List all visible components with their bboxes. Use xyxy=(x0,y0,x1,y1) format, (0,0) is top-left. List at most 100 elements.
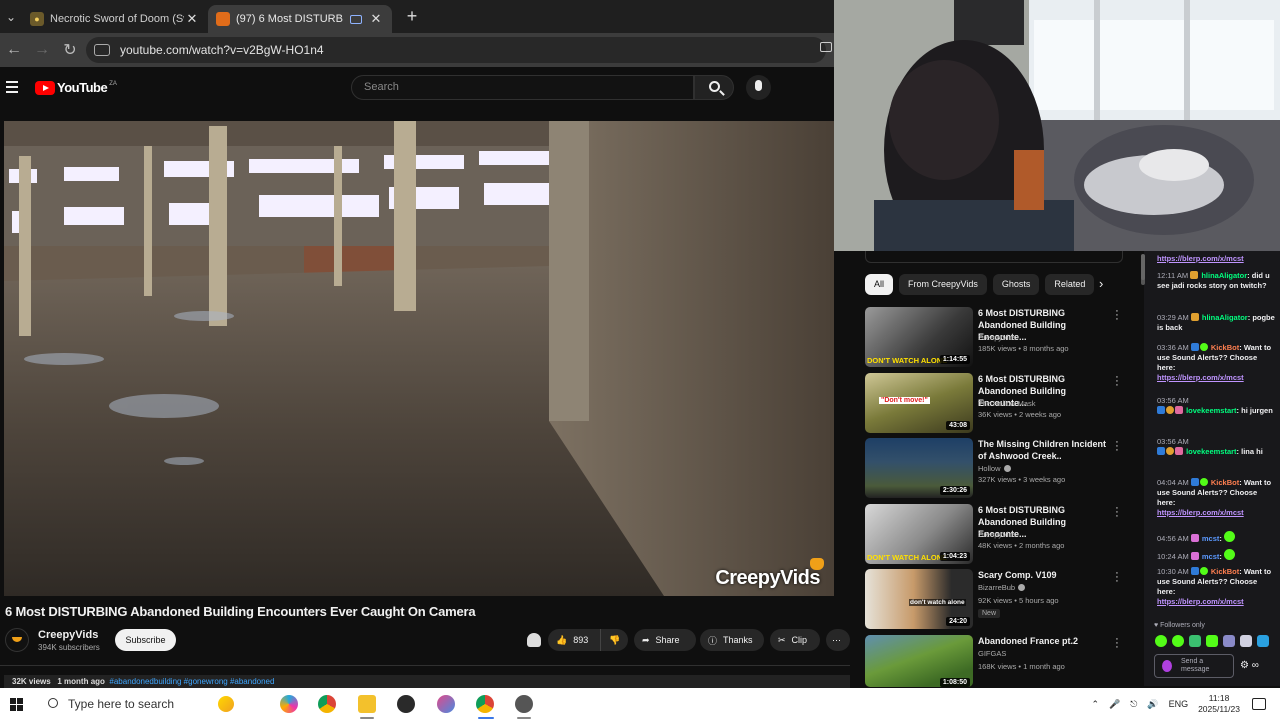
recommendation-item[interactable]: DON'T WATCH ALONE 1:04:23 6 Most DISTURB… xyxy=(865,503,1135,566)
chat-username[interactable]: hlinaAligator xyxy=(1202,313,1248,322)
browser-tab-necrotic[interactable]: ● Necrotic Sword of Doom (Swor ✕ xyxy=(22,5,208,33)
windows-start-icon[interactable] xyxy=(10,698,23,711)
emote-icon[interactable] xyxy=(1206,635,1218,647)
notification-bell-icon[interactable] xyxy=(527,633,541,647)
chip-all[interactable]: All xyxy=(865,274,894,295)
recommendation-item[interactable]: 1:08:50 Abandoned France pt.2 GIFGAS 168… xyxy=(865,635,1135,687)
close-tab-icon[interactable]: ✕ xyxy=(368,11,384,27)
recommendation-channel[interactable]: The Hollow Mask xyxy=(978,399,1036,408)
emote-picker-icon[interactable] xyxy=(1162,660,1172,672)
recommendation-item[interactable]: "Don't move!" 43:08 6 Most DISTURBING Ab… xyxy=(865,372,1135,435)
emote-icon[interactable] xyxy=(1240,635,1252,647)
recommendation-channel[interactable]: Hollow xyxy=(978,464,1011,473)
more-actions-button[interactable]: ⋯ xyxy=(826,629,850,651)
recommendation-title[interactable]: Scary Comp. V109 xyxy=(978,569,1110,581)
more-options-icon[interactable]: · · · xyxy=(1113,437,1121,456)
thanks-button[interactable]: ⓘ Thanks xyxy=(700,629,764,651)
chat-input[interactable]: Send a message xyxy=(1154,654,1234,678)
cast-icon[interactable] xyxy=(820,42,832,52)
chat-username[interactable]: mcst xyxy=(1202,534,1220,543)
video-player[interactable]: CreepyVids xyxy=(4,121,834,596)
recommendation-channel[interactable]: CreepyVids xyxy=(978,333,1017,342)
language-indicator[interactable]: ENG xyxy=(1169,699,1189,709)
recommendation-channel[interactable]: BizarreBub xyxy=(978,583,1026,592)
new-tab-button[interactable]: + xyxy=(400,5,424,29)
video-thumbnail[interactable]: DON'T WATCH ALONE 1:04:23 xyxy=(865,504,973,564)
voice-search-button[interactable] xyxy=(746,75,771,100)
notifications-icon[interactable] xyxy=(1252,698,1266,710)
chat-link[interactable]: https://blerp.com/x/mcst xyxy=(1157,373,1244,382)
copilot-icon[interactable] xyxy=(280,695,298,713)
volume-icon[interactable]: 🔊 xyxy=(1147,699,1158,710)
recommendation-channel[interactable]: CreepyVids xyxy=(978,530,1017,539)
network-icon[interactable]: ⎋ xyxy=(1130,699,1137,710)
recommendation-title[interactable]: Abandoned France pt.2 xyxy=(978,635,1110,647)
more-options-icon[interactable]: · · · xyxy=(1113,568,1121,587)
youtube-logo[interactable]: YouTube ZA xyxy=(35,80,117,95)
clip-button[interactable]: ✂ Clip xyxy=(770,629,820,651)
video-thumbnail[interactable]: don't watch alone 24:20 xyxy=(865,569,973,629)
chip-ghosts[interactable]: Ghosts xyxy=(992,274,1040,295)
taskbar-clock[interactable]: 11:18 2025/11/23 xyxy=(1198,693,1240,715)
chat-scrollbar-track[interactable] xyxy=(1141,254,1145,280)
chrome-icon[interactable] xyxy=(318,695,336,713)
recommendation-channel[interactable]: GIFGAS xyxy=(978,649,1006,658)
tab-list-chevron-icon[interactable]: ⌄ xyxy=(0,0,22,33)
recommendation-title[interactable]: The Missing Children Incident of Ashwood… xyxy=(978,438,1110,462)
more-options-icon[interactable]: · · · xyxy=(1113,635,1121,653)
chat-link[interactable]: https://blerp.com/x/mcst xyxy=(1157,597,1244,606)
show-hidden-icons-chevron-icon[interactable]: ⌃ xyxy=(1091,699,1099,710)
close-tab-icon[interactable]: ✕ xyxy=(184,11,200,27)
emote-icon[interactable] xyxy=(1155,635,1167,647)
menu-icon[interactable] xyxy=(6,81,18,96)
chat-settings-icons[interactable]: ⚙ ∞ xyxy=(1240,660,1259,671)
forward-button[interactable]: → xyxy=(28,41,56,59)
channel-name[interactable]: CreepyVids xyxy=(38,629,98,641)
chip-from-creepyvids[interactable]: From CreepyVids xyxy=(899,274,987,295)
search-input[interactable]: Search xyxy=(351,75,694,100)
video-thumbnail[interactable]: 2:30:26 xyxy=(865,438,973,498)
search-button[interactable] xyxy=(694,75,734,100)
search-highlight-icon[interactable] xyxy=(218,696,234,712)
emote-icon[interactable] xyxy=(1257,635,1269,647)
address-bar[interactable]: youtube.com/watch?v=v2BgW-HO1n4 xyxy=(86,37,826,63)
chip-related[interactable]: Related xyxy=(1045,274,1095,295)
chat-username[interactable]: mcst xyxy=(1202,552,1220,561)
recommendation-item[interactable]: DON'T WATCH ALONE 1:14:55 6 Most DISTURB… xyxy=(865,306,1135,369)
microphone-icon[interactable]: 🎤 xyxy=(1109,699,1120,710)
share-button[interactable]: ➦ Share xyxy=(634,629,696,651)
chat-username[interactable]: KickBot xyxy=(1211,343,1239,352)
dislike-button[interactable]: 👎 xyxy=(600,629,628,651)
media-playing-icon[interactable] xyxy=(350,14,362,24)
chat-username[interactable]: KickBot xyxy=(1211,478,1239,487)
recommendation-item[interactable]: don't watch alone 24:20 Scary Comp. V109… xyxy=(865,568,1135,631)
back-button[interactable]: ← xyxy=(0,41,28,59)
emote-icon[interactable] xyxy=(1172,635,1184,647)
obs-icon[interactable] xyxy=(397,695,415,713)
browser-tab-youtube[interactable]: (97) 6 Most DISTURBING Ab ✕ xyxy=(208,5,392,33)
recommendation-item[interactable]: 2:30:26 The Missing Children Incident of… xyxy=(865,437,1135,500)
more-options-icon[interactable]: · · · xyxy=(1113,306,1121,325)
emote-icon[interactable] xyxy=(1189,635,1201,647)
subscribe-button[interactable]: Subscribe xyxy=(115,629,176,651)
chat-username[interactable]: lovekeemstart xyxy=(1186,406,1236,415)
reload-button[interactable]: ↻ xyxy=(56,40,84,60)
more-options-icon[interactable]: · · · xyxy=(1113,503,1121,522)
chevron-right-icon[interactable]: › xyxy=(1099,276,1103,291)
chat-username[interactable]: lovekeemstart xyxy=(1186,447,1236,456)
hashtags[interactable]: #abandonedbuilding #gonewrong #abandoned xyxy=(109,677,274,686)
emote-icon[interactable] xyxy=(1223,635,1235,647)
chat-link[interactable]: https://blerp.com/x/mcst xyxy=(1157,508,1244,517)
more-options-icon[interactable]: · · · xyxy=(1113,372,1121,391)
like-button[interactable]: 👍 893 xyxy=(548,629,600,651)
video-thumbnail[interactable]: "Don't move!" 43:08 xyxy=(865,373,973,433)
video-thumbnail[interactable]: 1:08:50 xyxy=(865,635,973,687)
chat-link[interactable]: https://blerp.com/x/mcst xyxy=(1157,254,1244,263)
app-icon[interactable] xyxy=(515,695,533,713)
chrome-profile-icon[interactable] xyxy=(476,695,494,713)
chat-username[interactable]: KickBot xyxy=(1211,567,1239,576)
site-info-icon[interactable] xyxy=(94,44,110,56)
snipping-tool-icon[interactable] xyxy=(437,695,455,713)
channel-avatar[interactable] xyxy=(5,628,29,652)
video-thumbnail[interactable]: DON'T WATCH ALONE 1:14:55 xyxy=(865,307,973,367)
